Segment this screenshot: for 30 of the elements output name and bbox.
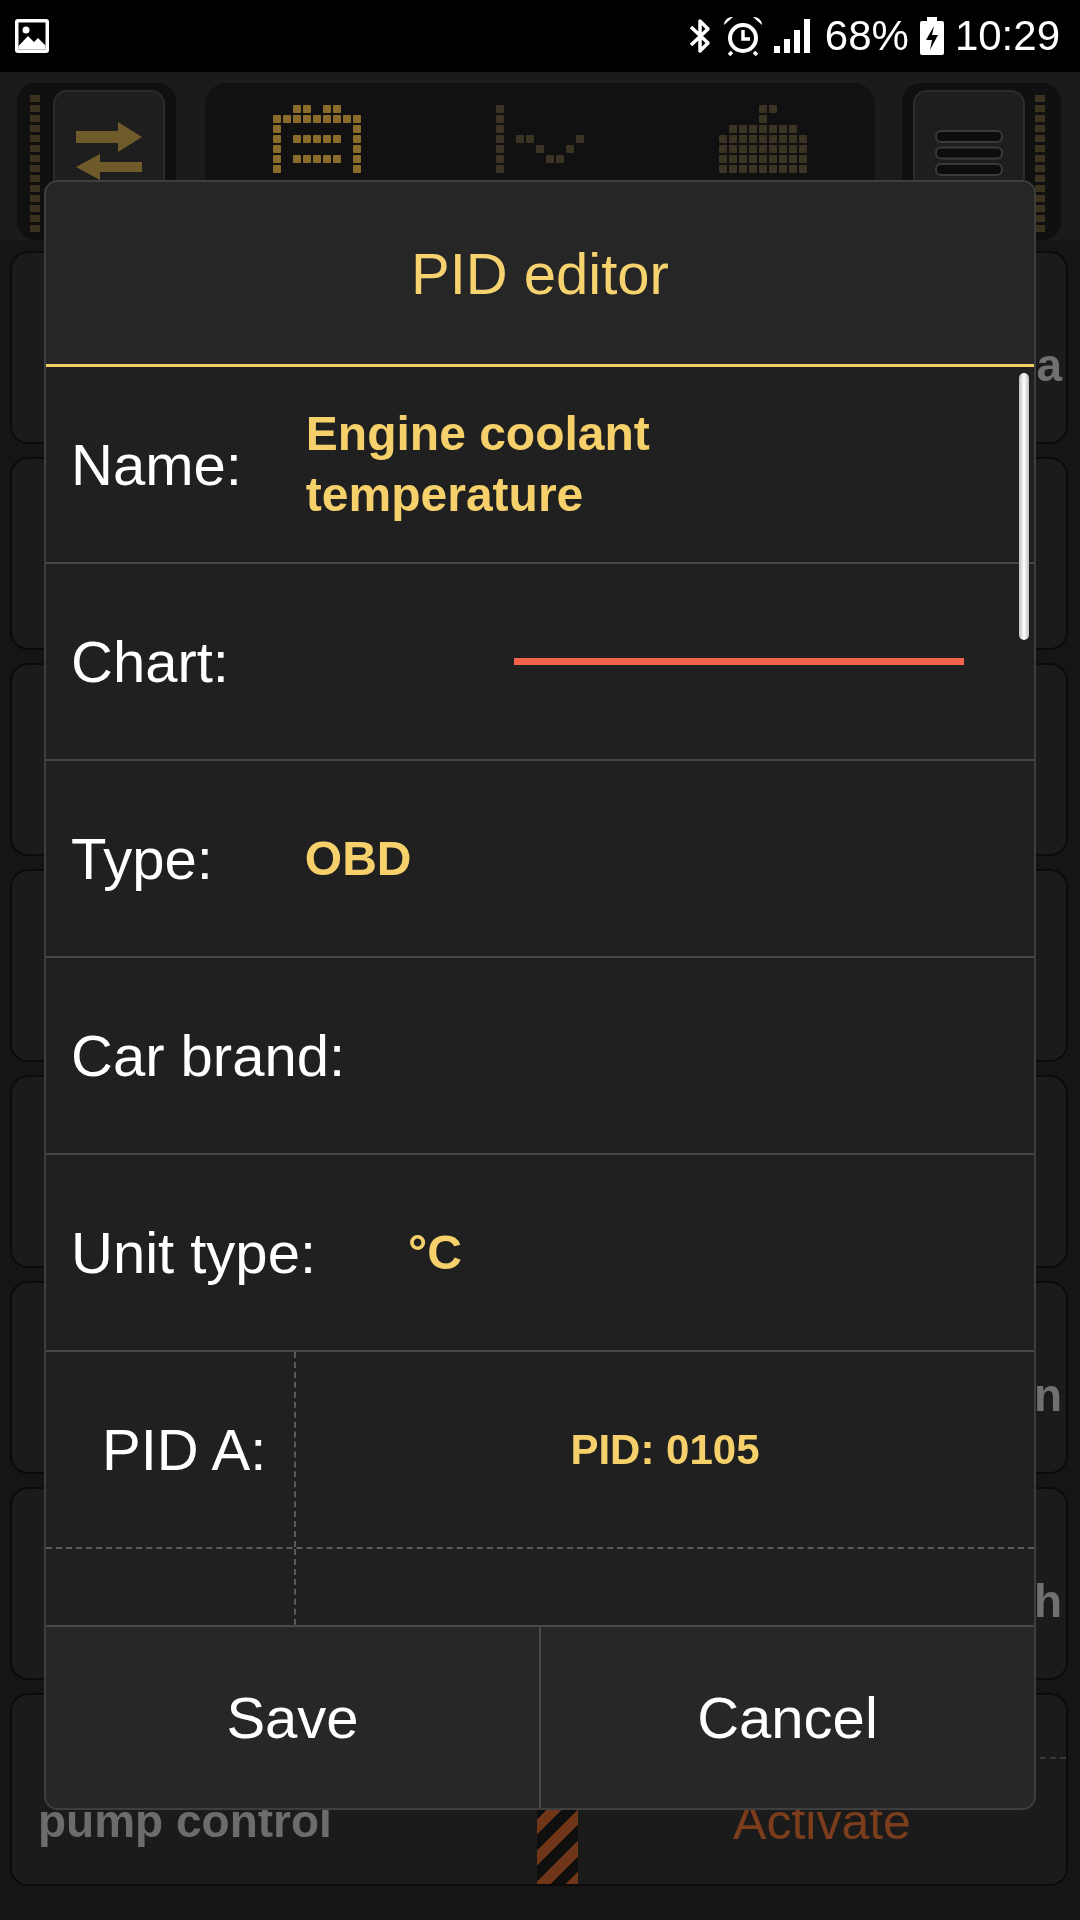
- field-label: Car brand:: [71, 1022, 346, 1089]
- card-text: n: [1033, 1370, 1062, 1421]
- line-swatch-icon[interactable]: [514, 658, 964, 665]
- field-label: Unit type:: [71, 1219, 316, 1286]
- led-strip-icon: [30, 95, 40, 233]
- bar-chart-icon: [719, 105, 808, 173]
- line-chart-icon: [496, 105, 584, 173]
- card-text: h: [1033, 1576, 1062, 1627]
- field-label: Type:: [71, 825, 213, 892]
- field-label: Chart:: [71, 628, 229, 695]
- battery-charging-icon: [919, 17, 944, 55]
- menu-icon: [935, 130, 1003, 176]
- dialog-title: PID editor: [46, 182, 1034, 367]
- save-button[interactable]: Save: [46, 1627, 541, 1808]
- bluetooth-icon: [687, 16, 712, 56]
- card-text: a: [1036, 340, 1062, 391]
- swap-arrows-icon: [74, 122, 144, 180]
- field-label: PID A:: [102, 1416, 267, 1483]
- clock-time: 10:29: [954, 15, 1060, 57]
- cancel-button[interactable]: Cancel: [541, 1627, 1034, 1808]
- alarm-clock-icon: [722, 16, 763, 56]
- field-value[interactable]: °C: [408, 1225, 462, 1280]
- gallery-icon: [15, 19, 49, 53]
- grid-icon: [272, 105, 361, 173]
- led-strip-icon: [1035, 95, 1045, 233]
- battery-percentage: 68%: [824, 15, 909, 57]
- field-value[interactable]: OBD: [304, 831, 412, 886]
- field-label: Name:: [71, 431, 242, 498]
- field-value[interactable]: Engine coolant temperature: [305, 403, 706, 526]
- field-value[interactable]: PID: 0105: [570, 1425, 760, 1474]
